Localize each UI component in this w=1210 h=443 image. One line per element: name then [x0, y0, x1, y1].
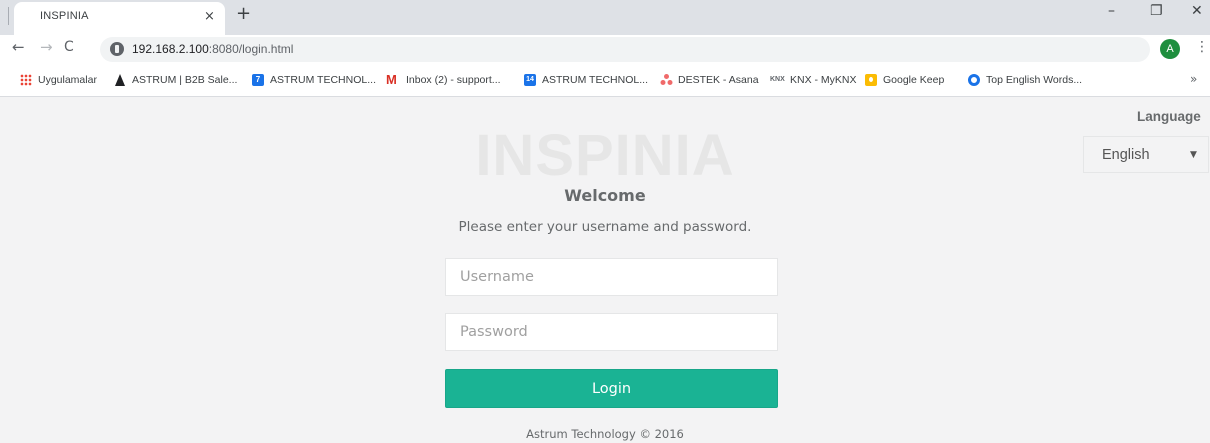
- bookmark-google-keep[interactable]: Google Keep: [865, 74, 944, 86]
- forward-arrow-icon[interactable]: →: [40, 38, 53, 56]
- gmail-icon: M: [386, 72, 397, 87]
- calendar-14-icon: 14: [524, 74, 536, 86]
- bookmarks-bar: Uygulamalar ASTRUM | B2B Sale... 7 ASTRU…: [0, 64, 1210, 97]
- asana-icon: [660, 74, 672, 86]
- bookmark-label: ASTRUM TECHNOL...: [270, 74, 376, 86]
- calendar-7-icon: 7: [252, 74, 264, 86]
- bookmark-label: Uygulamalar: [38, 74, 97, 86]
- apps-grid-icon: [20, 74, 32, 86]
- profile-avatar[interactable]: A: [1160, 39, 1180, 59]
- browser-toolbar: ← → C 192.168.2.100:8080/login.html A ⋮: [0, 35, 1210, 64]
- google-keep-icon: [865, 74, 877, 86]
- bookmark-label: Top English Words...: [986, 74, 1083, 86]
- bookmark-label: ASTRUM TECHNOL...: [542, 74, 648, 86]
- bookmark-knx-myknx[interactable]: KNX KNX - MyKNX: [770, 74, 857, 86]
- knx-icon: KNX: [770, 76, 785, 83]
- bookmark-destek-asana[interactable]: DESTEK - Asana: [660, 74, 759, 86]
- chevron-down-icon: ▼: [1190, 150, 1197, 160]
- bookmark-top-english-words[interactable]: Top English Words...: [968, 74, 1082, 86]
- copyright-footer: Astrum Technology © 2016: [526, 427, 684, 441]
- language-label: Language: [1137, 109, 1201, 124]
- bookmark-label: Inbox (2) - support...: [406, 74, 501, 86]
- inspinia-logo: INSPINIA: [475, 123, 735, 188]
- window-restore-icon[interactable]: ❐: [1150, 3, 1163, 19]
- bookmark-uygulamalar[interactable]: Uygulamalar: [20, 74, 97, 86]
- tab-divider: [8, 7, 9, 25]
- bookmark-label: ASTRUM | B2B Sale...: [132, 74, 238, 86]
- reload-icon[interactable]: C: [64, 39, 74, 55]
- window-close-icon[interactable]: ✕: [1191, 3, 1203, 19]
- password-input[interactable]: [445, 313, 778, 351]
- address-bar[interactable]: 192.168.2.100:8080/login.html: [100, 37, 1150, 62]
- bookmark-astrum-b2b[interactable]: ASTRUM | B2B Sale...: [114, 74, 237, 86]
- bookmark-inbox[interactable]: M Inbox (2) - support...: [386, 72, 501, 87]
- back-arrow-icon[interactable]: ←: [12, 38, 25, 56]
- username-input[interactable]: [445, 258, 778, 296]
- login-button[interactable]: Login: [445, 369, 778, 408]
- url-text[interactable]: 192.168.2.100:8080/login.html: [132, 42, 293, 56]
- bookmarks-overflow-icon[interactable]: »: [1190, 72, 1197, 86]
- login-instructions: Please enter your username and password.: [458, 219, 752, 235]
- welcome-heading: Welcome: [564, 186, 646, 205]
- browser-tab-inspinia[interactable]: INSPINIA ×: [14, 2, 225, 35]
- url-path: :8080/login.html: [208, 42, 294, 56]
- bookmark-astrum-technol-1[interactable]: 7 ASTRUM TECHNOL...: [252, 74, 376, 86]
- browser-tab-strip: INSPINIA × + – ❐ ✕: [0, 0, 1210, 35]
- site-info-icon[interactable]: [110, 42, 124, 56]
- bookmark-astrum-technol-2[interactable]: 14 ASTRUM TECHNOL...: [524, 74, 648, 86]
- login-page: Language English ▼ INSPINIA Welcome Plea…: [0, 97, 1210, 443]
- bookmark-label: DESTEK - Asana: [678, 74, 759, 86]
- new-tab-icon[interactable]: +: [236, 3, 251, 24]
- tab-close-icon[interactable]: ×: [204, 9, 215, 24]
- window-minimize-icon[interactable]: –: [1108, 3, 1115, 19]
- bookmark-label: Google Keep: [883, 74, 945, 86]
- bookmark-label: KNX - MyKNX: [790, 74, 857, 86]
- language-select[interactable]: English ▼: [1083, 136, 1209, 173]
- top-english-icon: [968, 74, 980, 86]
- astrum-logo-icon: [114, 74, 126, 86]
- url-host: 192.168.2.100: [132, 42, 209, 56]
- browser-menu-icon[interactable]: ⋮: [1195, 39, 1209, 55]
- tab-title: INSPINIA: [40, 10, 89, 22]
- language-selected-value: English: [1102, 147, 1150, 163]
